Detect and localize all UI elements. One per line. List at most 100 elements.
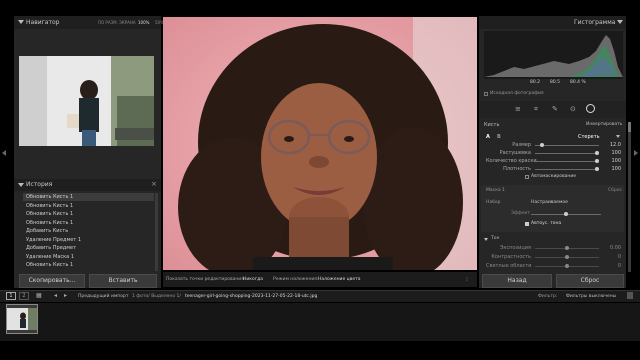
history-item[interactable]: Обновить Кисть 1 — [23, 210, 154, 218]
brush-slider-label: Количество краски — [486, 158, 537, 164]
filename: teenager-girl-going-shopping-2023-11-27-… — [185, 294, 318, 299]
brush-slider-knob[interactable] — [595, 167, 599, 171]
brush-a-button[interactable]: A — [486, 134, 490, 140]
navigator-preview[interactable] — [19, 56, 154, 146]
brush-slider-track[interactable] — [535, 161, 599, 162]
thumbnail-photo-icon — [7, 308, 37, 330]
navigator-title: Навигатор — [26, 19, 60, 26]
invert-checkbox-label[interactable]: Инвертировать — [586, 122, 622, 128]
tone-slider-value[interactable]: 0.00 — [603, 245, 621, 251]
navigator-photo-icon — [19, 56, 154, 146]
brush-slider-value[interactable]: 100 — [603, 158, 621, 164]
back-arrow-icon[interactable]: ◂ — [54, 292, 57, 299]
history-scrollbar[interactable] — [155, 193, 158, 271]
zoom-100[interactable]: 100% — [138, 20, 149, 26]
mask-preset-label: Набор — [486, 200, 501, 205]
tone-label: Тон — [491, 236, 500, 241]
mask-reset[interactable]: Сброс — [608, 188, 622, 194]
tone-slider-knob[interactable] — [565, 264, 569, 268]
toolbar-menu-icon[interactable]: ⁝ — [466, 276, 468, 283]
overlay-mode-dropdown[interactable]: Наложение цвета — [318, 277, 361, 283]
navigator-header[interactable]: Навигатор ПО РАЗМ. ЭКРАНА 100% 50% — [14, 16, 164, 29]
collapse-triangle-icon[interactable] — [18, 20, 24, 24]
history-item[interactable]: Обновить Кисть 1 — [23, 193, 154, 201]
paste-button[interactable]: Вставить — [89, 274, 157, 288]
mask-amount-knob[interactable] — [564, 212, 568, 216]
brush-slider-value[interactable]: 12.0 — [603, 142, 621, 148]
crop-tool-icon[interactable]: ⌗ — [534, 105, 538, 114]
history-header[interactable]: История × — [14, 179, 161, 191]
tool-strip: ≡ ⌗ ✎ ⊙ — [479, 101, 626, 118]
filmstrip-area — [0, 303, 640, 341]
brush-slider-track[interactable] — [535, 145, 599, 146]
portrait-photo-icon — [163, 17, 477, 270]
photo-canvas[interactable] — [163, 17, 477, 270]
overlay-mode-label: Режим наложения: — [273, 277, 319, 282]
brush-slider-label: Размер — [512, 142, 531, 148]
brush-slider-knob[interactable] — [595, 151, 599, 155]
masking-tool-icon[interactable] — [586, 104, 595, 113]
grid-view-icon[interactable]: ▦ — [36, 292, 42, 299]
brush-slider-label: Плотность — [503, 166, 531, 172]
breadcrumb[interactable]: Предыдущий импорт — [78, 294, 128, 300]
history-item[interactable]: Удаление Предмет 1 — [23, 236, 154, 244]
copy-button[interactable]: Скопировать... — [19, 274, 85, 288]
right-scrollbar[interactable] — [628, 122, 631, 272]
edit-toolbar: Показать точки редактирования: Никогда Р… — [163, 272, 477, 287]
close-icon[interactable]: × — [151, 180, 157, 188]
forward-arrow-icon[interactable]: ▸ — [64, 292, 67, 299]
history-item[interactable]: Обновить Кисть 1 — [23, 261, 154, 269]
reset-button[interactable]: Сброс — [556, 274, 624, 288]
left-panel-toggle-icon[interactable] — [2, 150, 6, 156]
history-item[interactable]: Удаление Маска 1 — [23, 253, 154, 261]
collapse-triangle-icon[interactable] — [617, 20, 623, 24]
original-photo-checkbox[interactable] — [484, 92, 488, 96]
sliders-tool-icon[interactable]: ≡ — [515, 105, 521, 113]
automask-checkbox[interactable] — [525, 175, 529, 179]
filter-label: Фильтр: — [538, 294, 558, 299]
history-item[interactable]: Обновить Кисть 1 — [23, 219, 154, 227]
mask-preset-dropdown[interactable]: Настраиваемое — [531, 200, 568, 206]
brush-slider-knob[interactable] — [539, 143, 544, 147]
erase-dropdown-icon[interactable] — [616, 135, 620, 138]
redeye-tool-icon[interactable]: ⊙ — [570, 105, 576, 113]
erase-button[interactable]: Стереть — [578, 134, 600, 140]
mask-label: Маска 1 — [486, 188, 505, 193]
brush-slider-track[interactable] — [535, 153, 599, 154]
page-2-button[interactable]: 2 — [19, 292, 29, 300]
page-1-button[interactable]: 1 — [6, 292, 16, 300]
filter-dropdown[interactable]: Фильтры выключены — [566, 294, 616, 300]
history-item[interactable]: Добавить Предмет — [23, 244, 154, 252]
filmstrip-thumbnail[interactable] — [6, 304, 38, 334]
brush-b-button[interactable]: B — [497, 134, 501, 140]
show-pins-dropdown[interactable]: Никогда — [243, 277, 263, 283]
brush-slider-track[interactable] — [535, 169, 599, 170]
histogram-graph[interactable]: 80.2 80.5 80.4 % — [484, 31, 623, 85]
mask-amount-label: Эффект — [511, 211, 530, 216]
tone-slider-label: Экспозиция — [499, 245, 531, 251]
right-panel-toggle-icon[interactable] — [634, 150, 638, 156]
photo-count: 1 фото/ Выделено 1/ — [132, 294, 181, 299]
right-scrollbar-thumb[interactable] — [628, 122, 631, 132]
tone-slider-value[interactable]: 0 — [603, 263, 621, 269]
history-item[interactable]: Добавить Кисть — [23, 227, 154, 235]
brush-slider-value[interactable]: 100 — [603, 150, 621, 156]
collapse-triangle-icon[interactable] — [484, 238, 488, 241]
histogram-header[interactable]: Гистограмма — [479, 16, 626, 29]
histogram-readout-r: 80.2 — [530, 80, 541, 85]
tone-slider-value[interactable]: 0 — [603, 254, 621, 260]
auto-tone-label: Автоус. тона — [531, 221, 562, 226]
previous-button[interactable]: Назад — [482, 274, 552, 288]
healing-tool-icon[interactable]: ✎ — [552, 105, 558, 113]
brush-slider-value[interactable]: 100 — [603, 166, 621, 172]
collapse-triangle-icon[interactable] — [18, 183, 24, 187]
auto-tone-checkbox[interactable] — [525, 222, 529, 226]
brush-slider-knob[interactable] — [595, 159, 599, 163]
tone-slider-knob[interactable] — [565, 255, 569, 259]
history-item[interactable]: Обновить Кисть 1 — [23, 202, 154, 210]
brush-label: Кисть — [484, 122, 500, 128]
history-title: История — [26, 181, 53, 188]
tone-slider-knob[interactable] — [565, 246, 569, 250]
zoom-fit[interactable]: ПО РАЗМ. ЭКРАНА — [98, 20, 136, 26]
filter-lock-icon[interactable] — [627, 292, 633, 299]
